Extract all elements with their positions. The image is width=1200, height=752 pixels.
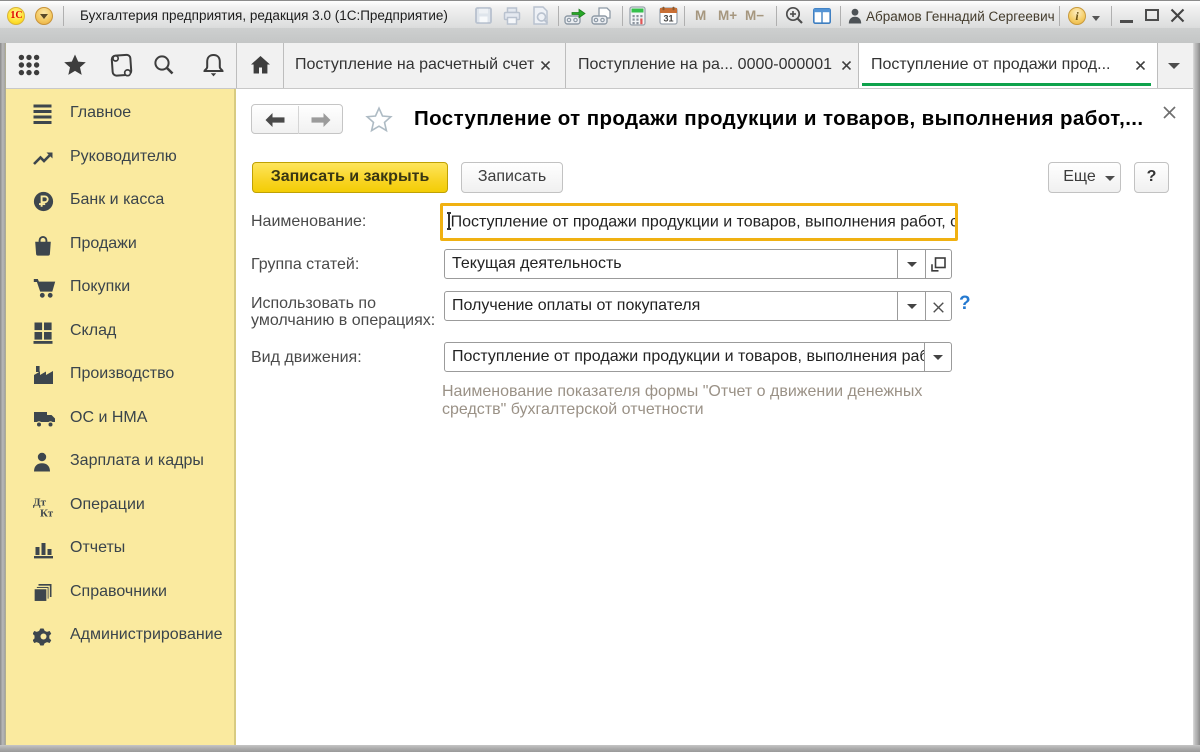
svg-text:31: 31: [663, 14, 673, 24]
svg-text:Кт: Кт: [40, 508, 54, 519]
